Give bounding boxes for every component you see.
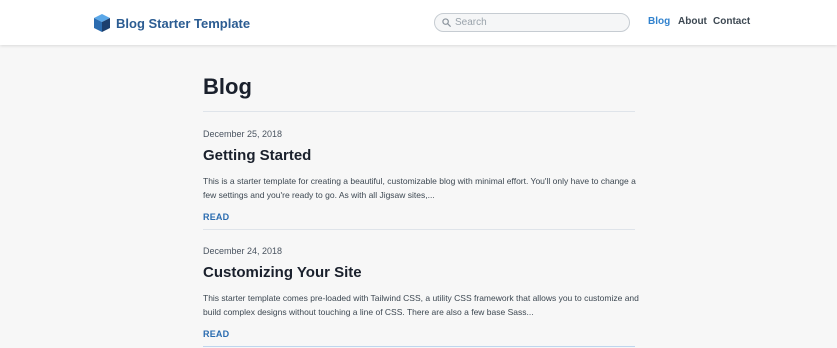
search-input[interactable] [455,17,625,28]
post-title-link[interactable]: Customizing Your Site [203,264,635,281]
search-box[interactable] [434,13,630,32]
cube-logo-icon [94,14,110,32]
read-more-link[interactable]: READ [203,329,229,339]
title-divider [203,111,635,112]
post-date: December 24, 2018 [203,246,283,256]
read-more-link[interactable]: READ [203,212,229,222]
post-divider [203,346,635,347]
post-title-link[interactable]: Getting Started [203,147,635,164]
nav-link-contact[interactable]: Contact [713,16,750,27]
brand-title: Blog Starter Template [116,15,251,31]
post-item: December 25, 2018 Getting Started This i… [203,129,636,225]
nav-link-about[interactable]: About [678,16,707,27]
post-excerpt: This is a starter template for creating … [203,176,636,200]
nav-link-blog[interactable]: Blog [648,16,670,27]
post-divider [203,229,635,230]
page-title: Blog [203,74,252,99]
brand-link[interactable]: Blog Starter Template [93,13,250,33]
search-icon [442,18,451,27]
post-excerpt: This starter template comes pre-loaded w… [203,293,639,317]
post-date: December 25, 2018 [203,129,283,139]
post-item: December 24, 2018 Customizing Your Site … [203,246,639,342]
site-header: Blog Starter Template Blog About Contact [0,0,837,45]
